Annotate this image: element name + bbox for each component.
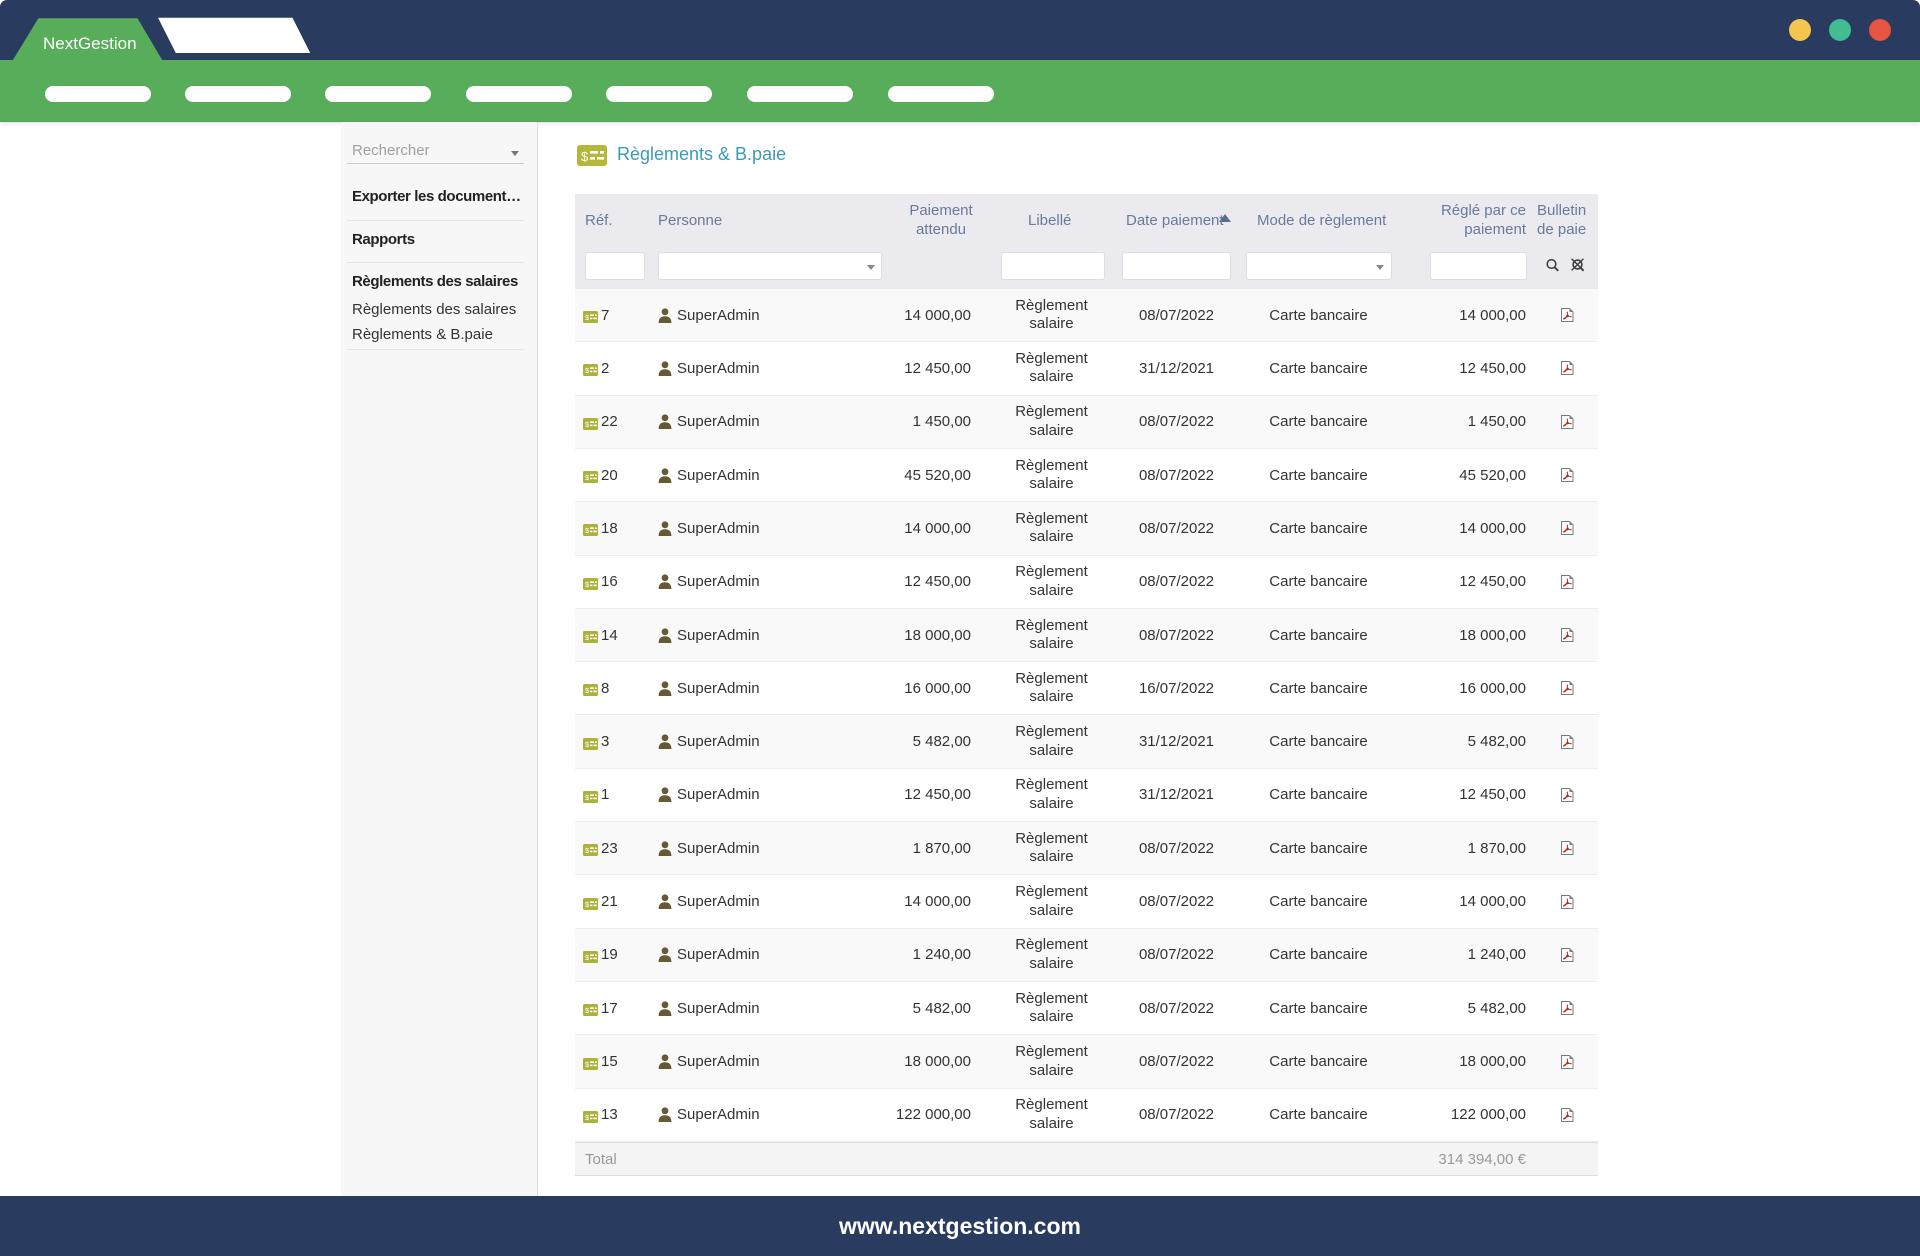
svg-text:$: $ xyxy=(581,149,589,164)
